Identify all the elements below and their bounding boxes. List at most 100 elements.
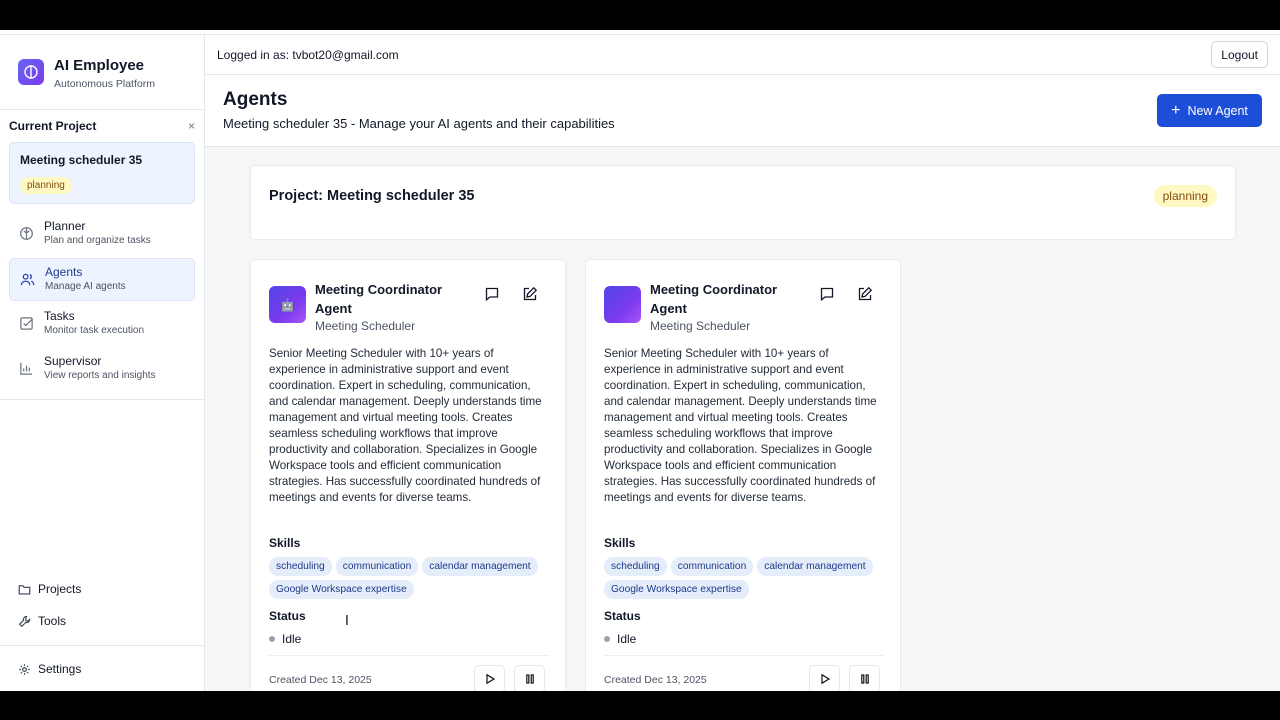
sidebar-item-projects[interactable]: Projects xyxy=(18,582,198,596)
status-heading: Status xyxy=(269,609,306,623)
new-agent-button[interactable]: + New Agent xyxy=(1157,94,1262,127)
agent-description: Senior Meeting Scheduler with 10+ years … xyxy=(604,347,877,504)
current-project-card[interactable]: Meeting scheduler 35 planning xyxy=(9,142,195,204)
topbar: Logged in as: tvbot20@gmail.com Logout xyxy=(205,35,1280,75)
edit-icon[interactable] xyxy=(857,286,873,302)
text-cursor-icon: I xyxy=(345,614,349,629)
created-date: Created Dec 13, 2025 xyxy=(269,674,372,686)
created-date: Created Dec 13, 2025 xyxy=(604,674,707,686)
edit-icon[interactable] xyxy=(522,286,538,302)
agent-card[interactable]: Meeting Coordinator Agent Meeting Schedu… xyxy=(585,259,901,691)
sidebar-item-desc: Manage AI agents xyxy=(45,281,126,292)
app-window: AI Employee Autonomous Platform Current … xyxy=(0,30,1280,691)
status-dot-icon xyxy=(604,636,610,642)
logged-in-text: Logged in as: tvbot20@gmail.com xyxy=(217,48,399,62)
brain-logo-icon xyxy=(18,59,44,85)
sidebar-item-planner[interactable]: Planner Plan and organize tasks xyxy=(9,213,195,256)
agent-avatar: 🤖 xyxy=(269,286,306,323)
agent-status: Idle xyxy=(269,632,301,646)
sidebar-item-tools[interactable]: Tools xyxy=(18,614,198,628)
chat-icon[interactable] xyxy=(819,286,835,302)
sidebar-item-label: Settings xyxy=(38,662,82,676)
check-square-icon xyxy=(20,317,33,330)
project-title: Project: Meeting scheduler 35 xyxy=(269,188,475,204)
divider xyxy=(0,645,205,646)
play-button[interactable] xyxy=(474,665,505,691)
plus-icon: + xyxy=(1171,101,1181,119)
status-heading: Status xyxy=(604,609,641,623)
sidebar-item-label: Planner xyxy=(44,219,86,233)
project-card: Project: Meeting scheduler 35 planning xyxy=(250,165,1236,240)
skills-heading: Skills xyxy=(269,536,301,550)
skill-tag: Google Workspace expertise xyxy=(604,580,749,599)
brand[interactable]: AI Employee Autonomous Platform xyxy=(18,57,155,90)
pause-button[interactable] xyxy=(849,665,880,691)
skills-list: scheduling communication calendar manage… xyxy=(604,557,889,599)
new-agent-label: New Agent xyxy=(1187,103,1248,118)
agent-status: Idle xyxy=(604,632,636,646)
page-header: Agents Meeting scheduler 35 - Manage you… xyxy=(205,75,1280,147)
play-icon xyxy=(485,673,495,685)
app-subtitle: Autonomous Platform xyxy=(54,78,155,90)
agent-role: Meeting Scheduler xyxy=(650,319,751,333)
agent-avatar xyxy=(604,286,641,323)
close-icon[interactable]: × xyxy=(188,119,195,133)
page-title: Agents xyxy=(223,89,288,110)
status-dot-icon xyxy=(269,636,275,642)
sidebar-item-agents[interactable]: Agents Manage AI agents xyxy=(9,258,195,301)
app-title: AI Employee xyxy=(54,57,145,74)
sidebar-item-label: Supervisor xyxy=(44,354,102,368)
sidebar-item-label: Projects xyxy=(38,582,82,596)
pause-icon xyxy=(860,674,869,684)
skill-tag: communication xyxy=(335,557,419,576)
agent-role: Meeting Scheduler xyxy=(315,319,416,333)
status-text: Idle xyxy=(617,632,637,646)
divider xyxy=(269,655,549,656)
sidebar-nav: Planner Plan and organize tasks Agents M… xyxy=(9,213,195,393)
skill-tag: scheduling xyxy=(269,557,332,576)
folder-icon xyxy=(18,584,31,595)
skills-heading: Skills xyxy=(604,536,636,550)
brain-icon xyxy=(20,227,33,240)
sidebar-item-label: Agents xyxy=(45,265,83,279)
current-project-name: Meeting scheduler 35 xyxy=(20,153,143,167)
sidebar-item-supervisor[interactable]: Supervisor View reports and insights xyxy=(9,348,195,391)
gear-icon xyxy=(19,663,30,675)
current-project-header: Current Project × xyxy=(9,119,195,133)
pause-icon xyxy=(525,674,534,684)
play-button[interactable] xyxy=(809,665,840,691)
chat-icon[interactable] xyxy=(484,286,500,302)
agent-name: Meeting Coordinator Agent xyxy=(315,282,443,316)
status-text: Idle xyxy=(282,632,302,646)
sidebar-item-label: Tasks xyxy=(44,309,75,323)
agent-description: Senior Meeting Scheduler with 10+ years … xyxy=(269,347,542,504)
skill-tag: Google Workspace expertise xyxy=(269,580,414,599)
pause-button[interactable] xyxy=(514,665,545,691)
page-subtitle: Meeting scheduler 35 - Manage your AI ag… xyxy=(223,116,615,131)
bar-chart-icon xyxy=(20,362,33,375)
skill-tag: communication xyxy=(670,557,754,576)
sidebar-item-desc: View reports and insights xyxy=(44,370,156,381)
status-badge: planning xyxy=(20,177,72,194)
agent-card[interactable]: 🤖 Meeting Coordinator Agent Meeting Sche… xyxy=(250,259,566,691)
skill-tag: scheduling xyxy=(604,557,667,576)
logout-button[interactable]: Logout xyxy=(1211,41,1268,68)
sidebar: AI Employee Autonomous Platform Current … xyxy=(0,35,205,691)
skill-tag: calendar management xyxy=(422,557,538,576)
sidebar-item-desc: Monitor task execution xyxy=(44,325,145,336)
sidebar-item-settings[interactable]: Settings xyxy=(18,662,198,676)
current-project-heading: Current Project xyxy=(9,119,97,133)
status-badge: planning xyxy=(1153,185,1217,207)
skills-list: scheduling communication calendar manage… xyxy=(269,557,554,599)
agent-name: Meeting Coordinator Agent xyxy=(650,282,778,316)
sidebar-item-tasks[interactable]: Tasks Monitor task execution xyxy=(9,303,195,346)
wrench-icon xyxy=(18,615,31,627)
skill-tag: calendar management xyxy=(757,557,873,576)
divider xyxy=(0,399,205,400)
sidebar-item-desc: Plan and organize tasks xyxy=(44,235,151,246)
sidebar-item-label: Tools xyxy=(38,614,67,628)
users-icon xyxy=(20,273,35,286)
play-icon xyxy=(820,673,830,685)
divider xyxy=(604,655,884,656)
divider xyxy=(0,109,205,110)
